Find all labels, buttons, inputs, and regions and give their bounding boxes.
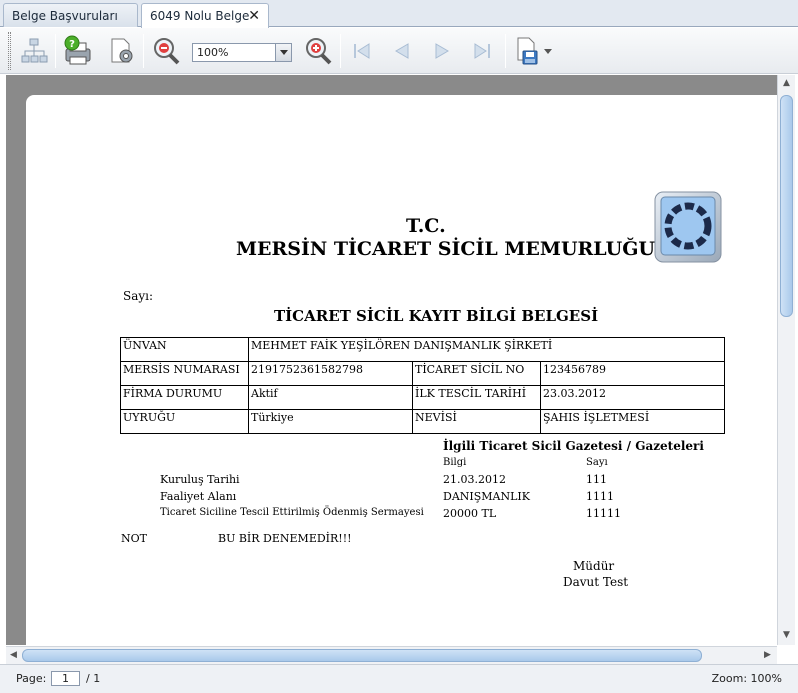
mersis-logo-icon	[654, 191, 722, 263]
header-organization: MERSİN TİCARET SİCİL MEMURLUĞU	[236, 238, 655, 260]
toolbar-separator	[55, 34, 56, 68]
zoom-in-icon[interactable]	[302, 34, 334, 68]
save-icon[interactable]	[511, 34, 543, 68]
registry-table: ÜNVAN MEHMET FAİK YEŞİLÖREN DANIŞMANLIK …	[120, 337, 725, 434]
header-tc: T.C.	[406, 215, 446, 237]
page-setup-icon[interactable]	[106, 34, 138, 68]
zoom-select-value: 100%	[197, 46, 229, 59]
zoom-status: Zoom: 100%	[711, 672, 782, 685]
toolbar-separator	[505, 34, 506, 68]
status-bar: Page: 1 / 1 Zoom: 100%	[0, 664, 798, 693]
tab-6049-nolu-belge[interactable]: 6049 Nolu Belge ✕	[141, 3, 269, 28]
toolbar-separator	[143, 34, 144, 68]
vertical-scrollbar[interactable]: ▲ ▼	[777, 75, 795, 645]
toolbar: ? 100%	[0, 28, 798, 74]
table-cell-key: İLK TESCİL TARİHİ	[412, 385, 541, 410]
gazette-column-sayi: Sayı	[586, 457, 608, 468]
table-cell-value: MEHMET FAİK YEŞİLÖREN DANIŞMANLIK ŞİRKET…	[248, 337, 725, 362]
tab-label: 6049 Nolu Belge	[150, 9, 250, 23]
table-cell-key: FİRMA DURUMU	[120, 385, 249, 410]
table-cell-key: MERSİS NUMARASI	[120, 361, 249, 386]
note-text: BU BİR DENEMEDİR!!!	[218, 532, 352, 545]
zoom-select[interactable]: 100%	[192, 43, 292, 62]
report-viewer[interactable]: T.C. MERSİN TİCARET SİCİL MEMURLUĞU Sayı…	[6, 75, 777, 645]
gazette-column-bilgi: Bilgi	[443, 457, 467, 468]
sayi-label: Sayı:	[123, 289, 154, 303]
page-number-input[interactable]: 1	[51, 671, 80, 686]
scroll-up-icon[interactable]: ▲	[783, 78, 790, 88]
table-cell-value: 23.03.2012	[540, 385, 725, 410]
scroll-down-icon[interactable]: ▼	[783, 630, 790, 640]
scroll-right-icon[interactable]: ▶	[764, 650, 771, 660]
horizontal-scroll-thumb[interactable]	[22, 649, 702, 662]
gazette-row-label: Faaliyet Alanı	[160, 490, 237, 503]
table-cell-key: TİCARET SİCİL NO	[412, 361, 541, 386]
document-title: TİCARET SİCİL KAYIT BİLGİ BELGESİ	[274, 307, 599, 325]
gazette-row-bilgi: DANIŞMANLIK	[443, 490, 530, 503]
page-label: Page:	[16, 672, 47, 685]
note-label: NOT	[121, 532, 147, 545]
table-row: FİRMA DURUMU Aktif İLK TESCİL TARİHİ 23.…	[120, 385, 725, 410]
table-cell-value: 2191752361582798	[248, 361, 413, 386]
tab-label: Belge Başvuruları	[12, 9, 118, 23]
table-cell-value: Türkiye	[248, 409, 413, 434]
help-print-icon[interactable]: ?	[62, 34, 94, 68]
next-page-icon[interactable]	[426, 34, 458, 68]
table-row: ÜNVAN MEHMET FAİK YEŞİLÖREN DANIŞMANLIK …	[120, 337, 725, 362]
gazette-row-sayi: 11111	[586, 507, 621, 520]
previous-page-icon[interactable]	[386, 34, 418, 68]
svg-text:?: ?	[69, 39, 75, 50]
table-row: UYRUĞU Türkiye NEVİSİ ŞAHIS İŞLETMESİ	[120, 409, 725, 434]
vertical-scroll-thumb[interactable]	[780, 95, 793, 317]
page-total: / 1	[86, 672, 101, 685]
gazette-row-label: Ticaret Siciline Tescil Ettirilmiş Ödenm…	[160, 507, 424, 518]
save-dropdown-arrow-icon[interactable]	[541, 34, 555, 68]
table-cell-key: NEVİSİ	[412, 409, 541, 434]
gazette-heading: İlgili Ticaret Sicil Gazetesi / Gazetele…	[443, 439, 704, 453]
table-cell-key: ÜNVAN	[120, 337, 249, 362]
scroll-left-icon[interactable]: ◀	[10, 650, 17, 660]
table-cell-value: ŞAHIS İŞLETMESİ	[540, 409, 725, 434]
toolbar-separator	[340, 34, 341, 68]
table-cell-key: UYRUĞU	[120, 409, 249, 434]
gazette-row-label: Kuruluş Tarihi	[160, 473, 240, 486]
document-page: T.C. MERSİN TİCARET SİCİL MEMURLUĞU Sayı…	[26, 95, 777, 645]
table-cell-value: Aktif	[248, 385, 413, 410]
table-row: MERSİS NUMARASI 2191752361582798 TİCARET…	[120, 361, 725, 386]
last-page-icon[interactable]	[466, 34, 498, 68]
close-icon[interactable]: ✕	[248, 8, 260, 24]
gazette-row-sayi: 111	[586, 473, 607, 486]
horizontal-scrollbar[interactable]: ◀ ▶	[6, 646, 777, 664]
table-cell-value: 123456789	[540, 361, 725, 386]
gazette-row-sayi: 1111	[586, 490, 614, 503]
toolbar-grip	[8, 32, 11, 70]
signer-name: Davut Test	[563, 575, 629, 589]
gazette-row-bilgi: 21.03.2012	[443, 473, 506, 486]
signer-title: Müdür	[573, 559, 615, 573]
chevron-down-icon[interactable]	[275, 44, 291, 61]
gazette-row-bilgi: 20000 TL	[443, 507, 497, 520]
first-page-icon[interactable]	[346, 34, 378, 68]
tab-belge-basvurulari[interactable]: Belge Başvuruları	[3, 3, 138, 27]
zoom-out-icon[interactable]	[150, 34, 182, 68]
document-map-icon[interactable]	[18, 34, 50, 68]
tab-bar: Belge Başvuruları 6049 Nolu Belge ✕	[0, 0, 798, 28]
